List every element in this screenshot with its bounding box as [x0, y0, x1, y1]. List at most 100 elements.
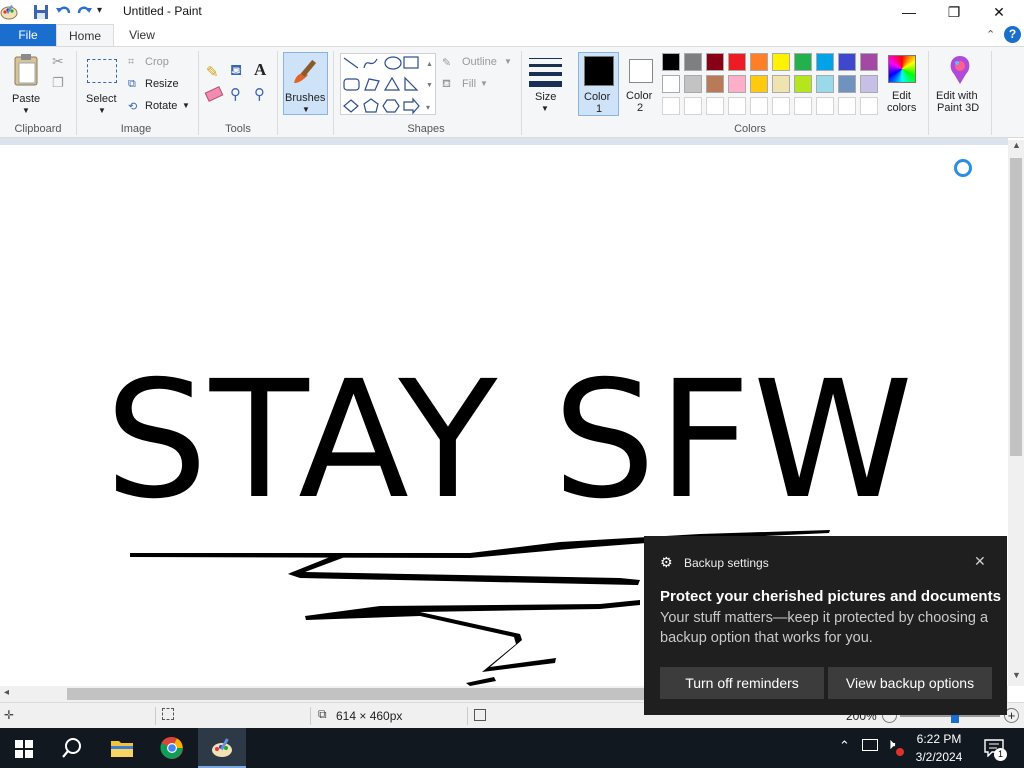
notification-close-button[interactable]: ✕ [974, 553, 986, 570]
tab-home[interactable]: Home [56, 24, 114, 46]
color-swatch[interactable] [838, 53, 856, 71]
horizontal-scroll-thumb[interactable] [67, 688, 647, 700]
select-button[interactable]: Select ▼ [84, 51, 120, 117]
color-picker-icon[interactable]: ⚲ [230, 85, 241, 103]
color-swatch[interactable] [706, 53, 724, 71]
tab-file[interactable]: File [0, 24, 56, 46]
clock-time[interactable]: 6:22 PM [916, 732, 962, 746]
scroll-down-icon[interactable]: ▼ [1012, 670, 1021, 680]
paste-icon [14, 54, 38, 86]
color-swatch[interactable] [684, 75, 702, 93]
select-dropdown-icon: ▼ [98, 106, 106, 115]
color1-swatch [584, 56, 614, 86]
color-swatch[interactable] [728, 53, 746, 71]
paste-label: Paste [12, 93, 41, 105]
restore-button[interactable]: ❐ [931, 0, 977, 24]
view-backup-options-button[interactable]: View backup options [828, 667, 992, 699]
custom-color-slot[interactable] [684, 97, 702, 115]
outline-label: Outline [462, 56, 497, 68]
custom-color-slot[interactable] [728, 97, 746, 115]
help-icon[interactable]: ? [1004, 26, 1021, 43]
taskbar-file-explorer[interactable] [98, 728, 146, 768]
clock-date[interactable]: 3/2/2024 [914, 750, 964, 764]
shapes-gallery[interactable]: ▲ ▼ ▾ [340, 53, 436, 115]
cut-icon[interactable]: ✂ [52, 53, 64, 70]
line-shape-icon [343, 57, 359, 69]
collapse-ribbon-icon[interactable]: ⌃ [986, 28, 995, 41]
color-swatch[interactable] [706, 75, 724, 93]
color-swatch[interactable] [772, 75, 790, 93]
text-tool-icon[interactable]: A [254, 60, 266, 80]
fill-bucket-icon[interactable]: ⛾ [230, 62, 242, 81]
edit-with-paint3d-button[interactable]: Edit with Paint 3D [934, 52, 986, 116]
loading-spinner-icon [954, 159, 972, 177]
rotate-button[interactable]: ⟲ Rotate ▼ [128, 99, 192, 115]
scroll-left-icon[interactable]: ◂ [4, 687, 9, 698]
color-swatch[interactable] [750, 75, 768, 93]
taskbar-paint[interactable] [198, 728, 246, 768]
vertical-scroll-thumb[interactable] [1010, 158, 1022, 456]
taskbar-chrome[interactable] [148, 728, 196, 768]
group-label-shapes: Shapes [407, 123, 445, 135]
tab-view[interactable]: View [114, 24, 170, 46]
title-bar: ▾ Untitled - Paint — ❐ ✕ [0, 0, 1024, 24]
color1-label: Color [584, 91, 611, 103]
minimize-button[interactable]: — [886, 0, 932, 24]
size-button[interactable]: Size ▼ [527, 52, 565, 115]
paint-app-icon[interactable] [0, 3, 18, 21]
network-icon[interactable] [862, 739, 878, 751]
color-swatch[interactable] [728, 75, 746, 93]
color-swatch[interactable] [772, 53, 790, 71]
brushes-label: Brushes [285, 92, 326, 104]
volume-muted-icon[interactable]: 🕨 [886, 736, 895, 753]
brushes-button[interactable]: Brushes ▼ [283, 52, 328, 115]
svg-text:▼: ▼ [426, 82, 433, 89]
cursor-position-icon: ✛ [4, 708, 15, 722]
color-swatch[interactable] [860, 53, 878, 71]
fill-button[interactable]: ⛾ Fill ▼ [442, 77, 492, 93]
rotate-icon: ⟲ [128, 101, 138, 113]
paint3d-label-1: Edit with [936, 90, 978, 102]
zoom-slider[interactable] [900, 715, 1000, 717]
color-swatch[interactable] [662, 53, 680, 71]
turn-off-reminders-button[interactable]: Turn off reminders [660, 667, 824, 699]
color-swatch[interactable] [838, 75, 856, 93]
color-swatch[interactable] [794, 53, 812, 71]
custom-color-slot[interactable] [750, 97, 768, 115]
close-button[interactable]: ✕ [976, 0, 1022, 24]
scroll-up-icon[interactable]: ▲ [1012, 140, 1021, 150]
color-swatch[interactable] [684, 53, 702, 71]
color-swatch[interactable] [860, 75, 878, 93]
save-icon[interactable] [32, 3, 50, 21]
action-center-button[interactable]: 1 [978, 728, 1024, 768]
edit-colors-button[interactable]: Edit colors [884, 52, 922, 116]
color-swatch[interactable] [794, 75, 812, 93]
paste-button[interactable]: Paste ▼ [8, 51, 46, 117]
custom-color-slot[interactable] [706, 97, 724, 115]
paint3d-icon [950, 56, 970, 84]
redo-icon[interactable] [76, 3, 94, 21]
custom-color-slot[interactable] [816, 97, 834, 115]
undo-icon[interactable] [54, 3, 72, 21]
custom-color-slot[interactable] [772, 97, 790, 115]
custom-color-slot[interactable] [860, 97, 878, 115]
window-title: Untitled - Paint [123, 4, 202, 18]
start-button[interactable] [0, 728, 48, 768]
color2-button[interactable]: Color 2 [622, 52, 660, 116]
custom-color-slot[interactable] [794, 97, 812, 115]
search-button[interactable] [48, 728, 96, 768]
color-swatch[interactable] [816, 53, 834, 71]
color-swatch[interactable] [662, 75, 680, 93]
color1-button[interactable]: Color 1 [578, 52, 619, 116]
custom-color-slot[interactable] [838, 97, 856, 115]
customize-quick-access-icon[interactable]: ▾ [97, 5, 115, 23]
custom-color-slot[interactable] [662, 97, 680, 115]
magnifier-icon[interactable]: ⚲ [254, 85, 265, 103]
color-swatch[interactable] [750, 53, 768, 71]
color-swatch[interactable] [816, 75, 834, 93]
outline-button[interactable]: ✎ Outline ▼ [442, 55, 514, 71]
eraser-icon[interactable] [204, 86, 224, 102]
show-hidden-icons-icon[interactable]: ⌃ [839, 738, 850, 754]
pencil-icon[interactable]: ✎ [206, 63, 219, 81]
copy-icon[interactable]: ❐ [52, 75, 64, 91]
